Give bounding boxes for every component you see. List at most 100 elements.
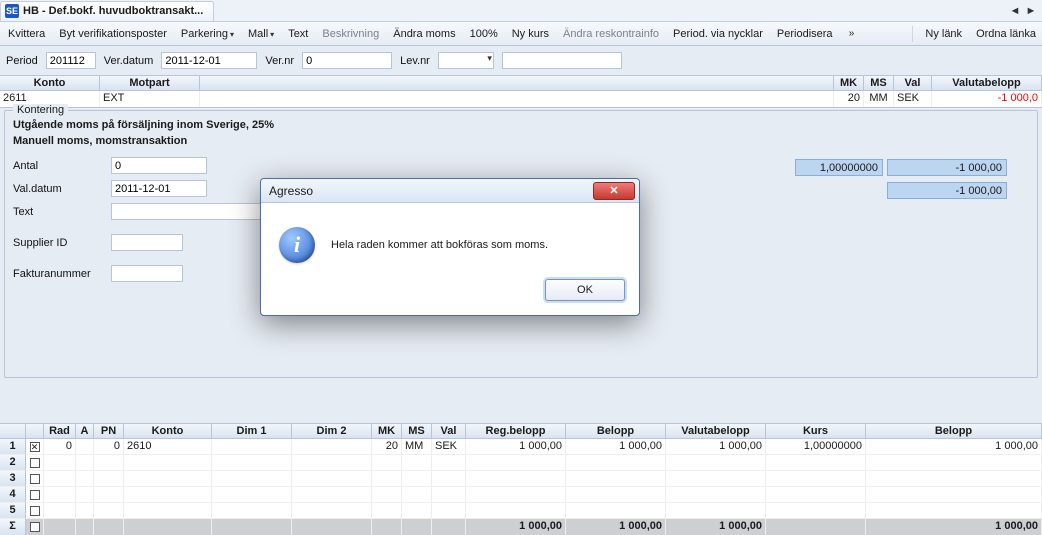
toolbar-mall[interactable]: Mall <box>246 27 276 41</box>
table-row[interactable]: 5 <box>0 503 1042 519</box>
dg-col-a[interactable]: A <box>76 424 94 439</box>
row-num[interactable]: 2 <box>0 455 26 471</box>
row-num[interactable]: 3 <box>0 471 26 487</box>
levnr-extra-input[interactable] <box>502 52 622 69</box>
cell-valutabelopp[interactable]: -1 000,0 <box>932 91 1042 107</box>
toolbar-ny-lank[interactable]: Ny länk <box>923 27 964 41</box>
close-button[interactable]: ✕ <box>593 182 635 200</box>
toolbar-overflow-icon[interactable]: » <box>845 25 859 43</box>
toolbar-beskrivning: Beskrivning <box>320 27 381 41</box>
sum-valuta: 1 000,00 <box>666 519 766 535</box>
cell-kurs[interactable]: 1,00000000 <box>766 439 866 455</box>
toolbar-kvittera[interactable]: Kvittera <box>6 27 47 41</box>
toolbar-andra-moms[interactable]: Ändra moms <box>391 27 457 41</box>
dg-col-mk[interactable]: MK <box>372 424 402 439</box>
cell-mk[interactable]: 20 <box>372 439 402 455</box>
cell-pn[interactable]: 0 <box>94 439 124 455</box>
col-ms[interactable]: MS <box>864 76 894 91</box>
cell-belopp1[interactable]: 1 000,00 <box>566 439 666 455</box>
cell-a[interactable] <box>76 439 94 455</box>
toolbar-periodisera[interactable]: Periodisera <box>775 27 835 41</box>
dg-col-dim1[interactable]: Dim 1 <box>212 424 292 439</box>
faktura-label: Fakturanummer <box>13 268 105 280</box>
row-check[interactable] <box>26 439 44 455</box>
dg-col-val[interactable]: Val <box>432 424 466 439</box>
cell-reg[interactable]: 1 000,00 <box>466 439 566 455</box>
col-motpart[interactable]: Motpart <box>100 76 200 91</box>
cell-motpart[interactable]: EXT <box>100 91 200 107</box>
toolbar-andra-reskontrainfo: Ändra reskontrainfo <box>561 27 661 41</box>
dg-col-dim2[interactable]: Dim 2 <box>292 424 372 439</box>
cell-rad[interactable]: 0 <box>44 439 76 455</box>
toolbar-parkering[interactable]: Parkering <box>179 27 236 41</box>
cell-belopp2[interactable]: 1 000,00 <box>866 439 1042 455</box>
table-row[interactable]: 1 0 0 2610 20 MM SEK 1 000,00 1 000,00 1… <box>0 439 1042 455</box>
dialog-titlebar[interactable]: Agresso ✕ <box>261 179 639 203</box>
vernr-label: Ver.nr <box>265 55 294 67</box>
valdatum-input[interactable] <box>111 180 207 197</box>
col-mk[interactable]: MK <box>834 76 864 91</box>
ok-button[interactable]: OK <box>545 279 625 301</box>
toolbar-separator <box>912 26 913 42</box>
table-row[interactable]: 2 <box>0 455 1042 471</box>
app-icon: SE <box>5 4 19 18</box>
row-check[interactable] <box>26 471 44 487</box>
cell-val[interactable]: SEK <box>894 91 932 107</box>
table-row[interactable]: 4 <box>0 487 1042 503</box>
dg-col-valutabelopp[interactable]: Valutabelopp <box>666 424 766 439</box>
toolbar-byt-verifikationsposter[interactable]: Byt verifikationsposter <box>57 27 169 41</box>
dg-col-rad[interactable]: Rad <box>44 424 76 439</box>
dg-col-pn[interactable]: PN <box>94 424 124 439</box>
amount1-cell: -1 000,00 <box>887 159 1007 176</box>
row-num[interactable]: 4 <box>0 487 26 503</box>
toolbar-ny-kurs[interactable]: Ny kurs <box>510 27 551 41</box>
cell-ms[interactable]: MM <box>402 439 432 455</box>
dg-col-regbelopp[interactable]: Reg.belopp <box>466 424 566 439</box>
col-konto[interactable]: Konto <box>0 76 100 91</box>
cell-dim1[interactable] <box>212 439 292 455</box>
supplier-input[interactable] <box>111 234 183 251</box>
text-input[interactable] <box>111 203 261 220</box>
dg-col-ms[interactable]: MS <box>402 424 432 439</box>
cell-val[interactable]: SEK <box>432 439 466 455</box>
col-val[interactable]: Val <box>894 76 932 91</box>
cell-dim2[interactable] <box>292 439 372 455</box>
period-input[interactable] <box>46 52 96 69</box>
verdatum-input[interactable] <box>161 52 257 69</box>
dg-col-kurs[interactable]: Kurs <box>766 424 866 439</box>
tab-next-icon[interactable]: ► <box>1024 4 1038 18</box>
cell-ms[interactable]: MM <box>864 91 894 107</box>
cell-mk[interactable]: 20 <box>834 91 864 107</box>
cell-valuta[interactable]: 1 000,00 <box>666 439 766 455</box>
table-row[interactable]: 3 <box>0 471 1042 487</box>
data-grid: Rad A PN Konto Dim 1 Dim 2 MK MS Val Reg… <box>0 423 1042 535</box>
tab-prev-icon[interactable]: ◄ <box>1008 4 1022 18</box>
levnr-combo[interactable]: ▾ <box>438 52 494 69</box>
valdatum-label: Val.datum <box>13 183 105 195</box>
window-title: HB - Def.bokf. huvudboktransakt... <box>23 5 203 17</box>
dg-col-belopp[interactable]: Belopp <box>566 424 666 439</box>
toolbar-ordna-lankar[interactable]: Ordna länka <box>974 27 1038 41</box>
toolbar-text[interactable]: Text <box>286 27 310 41</box>
row-check[interactable] <box>26 487 44 503</box>
row-num[interactable]: 1 <box>0 439 26 455</box>
upper-grid-row[interactable]: 2611 EXT 20 MM SEK -1 000,0 <box>0 91 1042 107</box>
dg-col-belopp2[interactable]: Belopp <box>866 424 1042 439</box>
antal-input[interactable] <box>111 157 207 174</box>
toolbar-period-via-nycklar[interactable]: Period. via nycklar <box>671 27 765 41</box>
row-num[interactable]: 5 <box>0 503 26 519</box>
levnr-select[interactable] <box>438 52 494 69</box>
period-form: Period Ver.datum Ver.nr Lev.nr ▾ <box>0 46 1042 75</box>
col-valutabelopp[interactable]: Valutabelopp <box>932 76 1042 91</box>
sum-reg: 1 000,00 <box>466 519 566 535</box>
active-tab[interactable]: SE HB - Def.bokf. huvudboktransakt... <box>0 1 214 21</box>
sum-label: Σ <box>0 519 26 535</box>
row-check[interactable] <box>26 455 44 471</box>
supplier-label: Supplier ID <box>13 237 105 249</box>
faktura-input[interactable] <box>111 265 183 282</box>
row-check[interactable] <box>26 503 44 519</box>
dg-col-konto[interactable]: Konto <box>124 424 212 439</box>
cell-konto[interactable]: 2610 <box>124 439 212 455</box>
toolbar-100[interactable]: 100% <box>468 27 500 41</box>
vernr-input[interactable] <box>302 52 392 69</box>
